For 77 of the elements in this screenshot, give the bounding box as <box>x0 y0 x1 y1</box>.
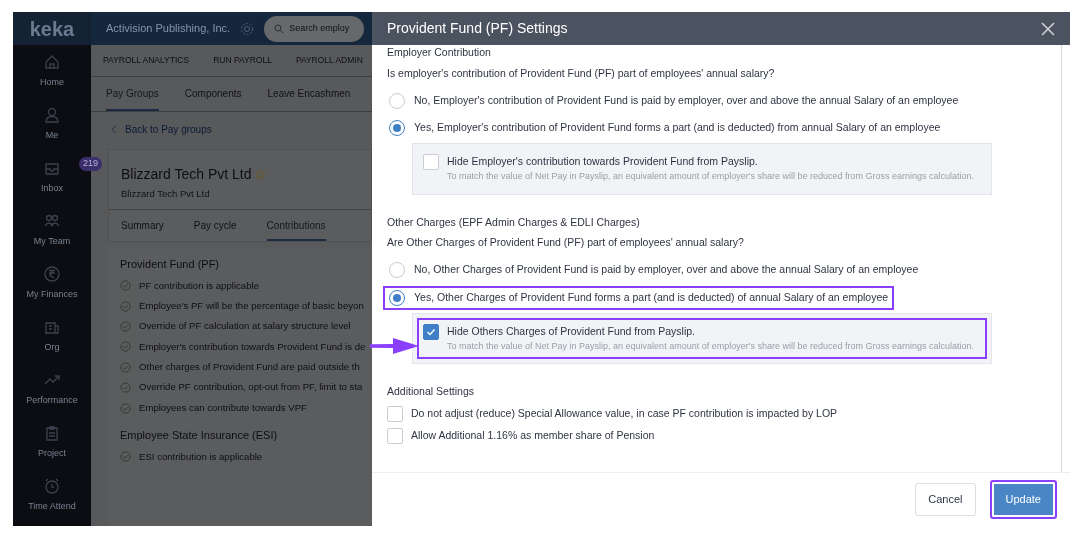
nav-item[interactable]: Org <box>37 310 67 363</box>
tab[interactable]: Leave Encashmen <box>267 76 351 111</box>
nav-item[interactable]: Me <box>37 98 67 151</box>
search-icon <box>274 23 285 34</box>
clipboard-icon <box>43 424 61 443</box>
page-subtitle: Blizzard Tech Pvt Ltd <box>120 186 211 201</box>
nav-item[interactable]: Project <box>32 416 72 469</box>
count-badge: 219 <box>79 157 102 171</box>
tab[interactable]: Summary <box>121 210 164 241</box>
nav-item[interactable]: My Finances <box>20 257 84 310</box>
list-item-text: PF contribution is applicable <box>139 278 259 293</box>
list-item-text: Other charges of Provident Fund are paid outside th <box>139 360 360 375</box>
question-text: Are Other Charges of Provident Fund (PF) part of employees' annual salary? <box>387 235 745 251</box>
radio-button[interactable] <box>389 120 405 137</box>
hint-text: To match the value of Net Pay in Payslip, an equivalent amount of employer's share will be reduced from Gross earnings calculation. <box>447 170 974 183</box>
nav-link[interactable]: PAYROLL ANALYTICS <box>103 54 190 67</box>
tab[interactable]: Pay cycle <box>193 210 237 241</box>
back-icon[interactable] <box>111 124 117 134</box>
check-circle-icon <box>120 280 131 292</box>
section-heading: Other Charges (EPF Admin Charges & EDLI Charges) <box>387 214 641 230</box>
radio-button[interactable] <box>389 262 405 278</box>
close-icon[interactable] <box>1041 21 1055 36</box>
nav-link[interactable]: RUN PAYROLL <box>213 54 272 67</box>
list-item-text: Employee's PF will be the percentage of basic beyon <box>139 298 364 313</box>
checkbox-label: Hide Others Charges of Provident Fund from Payslip. <box>447 323 697 339</box>
section-title: Employee State Insurance (ESI) <box>120 428 279 444</box>
check-circle-icon <box>120 320 131 332</box>
checkbox-label: Do not adjust (reduce) Special Allowance value, in case PF contribution is impacted by LOP <box>411 405 838 421</box>
tab[interactable]: Components <box>184 76 242 111</box>
logo: keka <box>13 12 91 45</box>
nav-item[interactable]: Performance <box>20 363 84 416</box>
checkbox[interactable] <box>423 323 439 340</box>
rupee-icon <box>43 265 61 284</box>
checkbox[interactable] <box>387 427 403 444</box>
radio-option[interactable]: Yes, Employer's contribution of Provident Fund forms a part (and is deducted) from annual Salary of an employee <box>383 116 947 141</box>
list-item-text: Override of PF calculation at salary structure level <box>139 319 351 334</box>
nav-item[interactable]: Time Attend <box>22 469 82 522</box>
checkbox-label: Allow Additional 1.16% as member share of Pension <box>411 427 655 443</box>
radio-option[interactable]: Yes, Other Charges of Provident Fund forms a part (and is deducted) of annual Salary of an employee <box>383 285 895 310</box>
check-circle-icon <box>120 300 131 312</box>
nav-item[interactable]: Home <box>34 45 70 98</box>
search-field[interactable]: Search employ <box>264 15 365 42</box>
cancel-button[interactable]: Cancel <box>915 483 976 516</box>
radio-button[interactable] <box>389 92 405 109</box>
checkbox[interactable] <box>387 405 403 422</box>
gear-icon[interactable] <box>240 21 255 36</box>
hint-text: To match the value of Net Pay in Payslip, an equivalent amount of employer's share will be reduced from Gross earnings calculation. <box>447 339 974 353</box>
page-title: Blizzard Tech Pvt Ltd <box>121 164 252 184</box>
section-heading: Employer Contribution <box>387 45 492 60</box>
section-heading: Additional Settings <box>387 384 475 399</box>
check-circle-icon <box>120 361 131 373</box>
list-item-text: Employer's contribution towards Provident Fund is de <box>139 339 366 354</box>
home-icon <box>43 53 61 72</box>
section-title: Provident Fund (PF) <box>120 257 221 272</box>
nav-item[interactable]: My Team <box>27 204 77 257</box>
radio-button[interactable] <box>389 289 405 306</box>
dialog-title: Provident Fund (PF) Settings <box>387 19 568 38</box>
tab[interactable]: Contributions <box>266 210 326 241</box>
alarm-clock-icon <box>43 477 61 496</box>
list-item-text: ESI contribution is applicable <box>139 449 263 464</box>
check-circle-icon <box>120 341 131 353</box>
list-item-text: Employees can contribute towards VPF <box>139 400 307 415</box>
update-button[interactable]: Update <box>989 480 1057 519</box>
checkmark-icon <box>426 326 436 337</box>
check-circle-icon <box>120 402 131 414</box>
checkbox[interactable] <box>423 154 439 171</box>
nav-link[interactable]: PAYROLL ADMIN <box>295 54 363 67</box>
star-icon[interactable] <box>255 168 267 180</box>
check-circle-icon <box>120 451 131 463</box>
radio-option[interactable]: No, Other Charges of Provident Fund is paid by employer, over and above the annual Salary of an employee <box>383 258 925 282</box>
radio-option[interactable]: No, Employer's contribution of Provident Fund is paid by employer, over and above the annual Salary of an employee <box>383 88 965 113</box>
company-name: Activision Publishing, Inc. <box>106 21 231 37</box>
checkbox-label: Hide Employer's contribution towards Provident Fund from Payslip. <box>447 154 759 170</box>
list-item-text: Override PF contribution, opt-out from PF, limit to sta <box>139 380 363 395</box>
check-circle-icon <box>120 382 131 394</box>
person-icon <box>43 106 61 125</box>
question-text: Is employer's contribution of Provident Fund (PF) part of employees' annual salary? <box>387 65 776 81</box>
